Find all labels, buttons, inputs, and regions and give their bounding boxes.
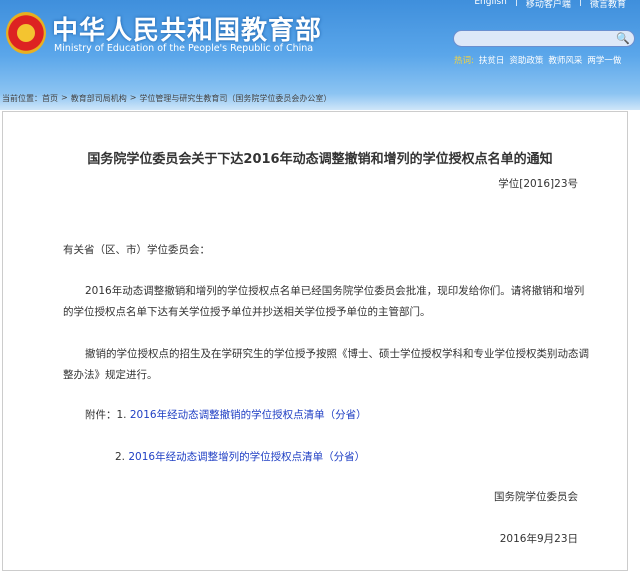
hot-word-link[interactable]: 教师风采 xyxy=(548,54,582,66)
breadcrumb-sep: > xyxy=(61,93,68,102)
attachment-link-1[interactable]: 2016年经动态调整撤销的学位授权点清单（分省） xyxy=(130,409,367,421)
attachment-label: 附件：1. xyxy=(85,409,127,421)
separator: | xyxy=(578,0,582,7)
site-subtitle: Ministry of Education of the People's Re… xyxy=(54,43,314,54)
signer: 国务院学位委员会 xyxy=(494,491,578,503)
hot-word-link[interactable]: 扶贫日 xyxy=(479,54,505,66)
hot-word-link[interactable]: 两学一做 xyxy=(587,54,621,66)
document-title: 国务院学位委员会关于下达2016年动态调整撤销和增列的学位授权点名单的通知 xyxy=(87,152,553,167)
separator: | xyxy=(514,0,518,7)
document-number: 学位[2016]23号 xyxy=(498,178,578,190)
breadcrumb-sep: > xyxy=(129,93,137,102)
site-header: 中华人民共和国教育部 Ministry of Education of the … xyxy=(0,0,640,110)
site-title[interactable]: 中华人民共和国教育部 xyxy=(52,10,322,47)
paragraph: 的学位授权点名单下达有关学位授予单位并抄送相关学位授予单位的主管部门。 xyxy=(63,306,431,318)
hot-label: 热词: xyxy=(454,56,474,66)
search-icon[interactable]: 🔍 xyxy=(616,32,630,45)
national-emblem-logo xyxy=(6,12,46,54)
document-date: 2016年9月23日 xyxy=(499,533,578,545)
paragraph: 2016年动态调整撤销和增列的学位授权点名单已经国务院学位委员会批准，现印发给你… xyxy=(85,285,585,297)
paragraph: 撤销的学位授权点的招生及在学研究生的学位授予按照《博士、硕士学位授权学科和专业学… xyxy=(85,348,589,360)
salutation: 有关省（区、市）学位委员会： xyxy=(63,244,210,256)
attachment-link-2[interactable]: 2016年经动态调整增列的学位授权点清单（分省） xyxy=(128,451,365,463)
breadcrumb-item[interactable]: 教育部司局机构 xyxy=(71,93,127,104)
hot-word-link[interactable]: 资助政策 xyxy=(509,54,543,66)
attachment-line: 附件：1. 2016年经动态调整撤销的学位授权点清单（分省） xyxy=(85,404,367,426)
english-link[interactable]: English xyxy=(474,0,507,10)
weiyan-link[interactable]: 微言教育 xyxy=(590,0,626,10)
top-links: English | 移动客户端 | 微言教育 xyxy=(474,0,626,10)
hot-words: 热词: 扶贫日 资助政策 教师风采 两学一做 xyxy=(454,54,621,66)
paragraph: 整办法》规定进行。 xyxy=(63,369,158,381)
search-input[interactable]: 🔍 xyxy=(453,30,635,47)
mobile-client-link[interactable]: 移动客户端 xyxy=(526,0,571,10)
breadcrumb-home[interactable]: 当前位置：首页 xyxy=(2,93,58,104)
breadcrumb: 当前位置：首页 > 教育部司局机构 > 学位管理与研究生教育司（国务院学位委员会… xyxy=(2,93,331,104)
breadcrumb-item[interactable]: 学位管理与研究生教育司（国务院学位委员会办公室） xyxy=(139,93,331,104)
attachment-line: 2. 2016年经动态调整增列的学位授权点清单（分省） xyxy=(115,446,365,468)
attachment-number: 2. xyxy=(115,451,126,463)
